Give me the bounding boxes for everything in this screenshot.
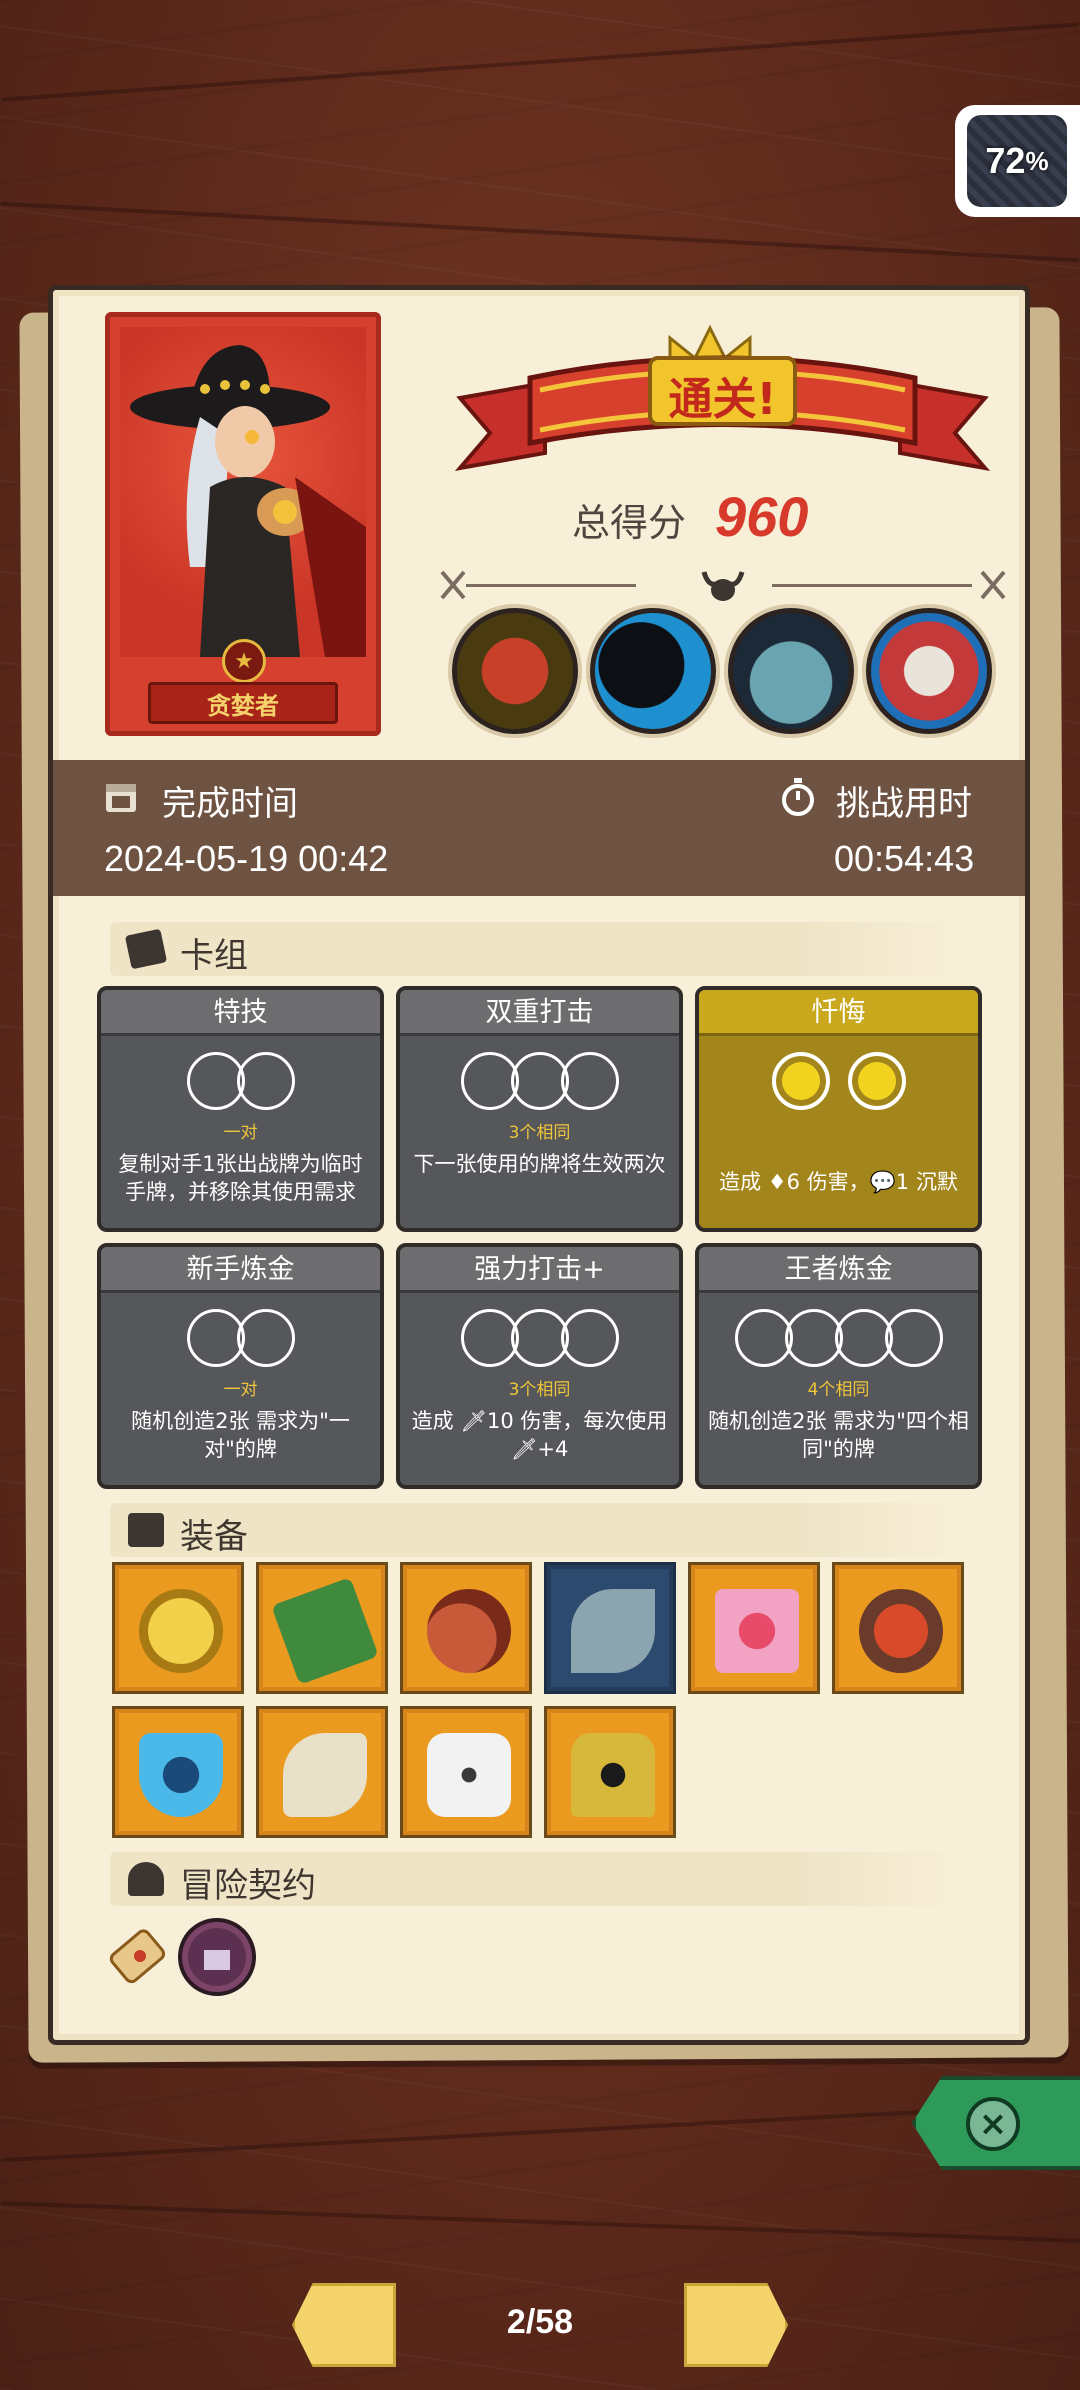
crossed-swords-icon bbox=[980, 570, 1006, 600]
finish-time-value: 2024-05-19 00:42 bbox=[104, 838, 389, 879]
deck-card[interactable]: 强力打击+ 3个相同 造成 🗡10 伤害，每次使用🗡+4 bbox=[396, 1243, 683, 1489]
boss-one-eyed-mouth-icon[interactable] bbox=[452, 608, 578, 734]
page-indicator: 2/58 bbox=[506, 2303, 574, 2341]
battery-percent: 72 bbox=[985, 140, 1026, 181]
deck-card[interactable]: 新手炼金 一对 随机创造2张 需求为"一对"的牌 bbox=[97, 1243, 384, 1489]
score-label: 总得分 bbox=[572, 501, 687, 545]
deck-card[interactable]: 王者炼金 4个相同 随机创造2张 需求为"四个相同"的牌 bbox=[695, 1243, 982, 1489]
card-name: 特技 bbox=[101, 990, 380, 1036]
card-name: 新手炼金 bbox=[101, 1247, 380, 1293]
wood-grain bbox=[0, 201, 1080, 263]
portrait-art bbox=[120, 327, 366, 657]
card-requirement-slots bbox=[699, 1309, 978, 1371]
deck-card[interactable]: 特技 一对 复制对手1张出战牌为临时手牌，并移除其使用需求 bbox=[97, 986, 384, 1232]
card-name: 强力打击+ bbox=[400, 1247, 679, 1293]
deck-card[interactable]: 双重打击 3个相同 下一张使用的牌将生效两次 bbox=[396, 986, 683, 1232]
deck-section-header: 卡组 bbox=[110, 922, 970, 976]
contract-title: 冒险契约 bbox=[180, 1866, 316, 1906]
cards-icon bbox=[124, 928, 168, 970]
contract-section-header: 冒险契约 bbox=[110, 1852, 970, 1906]
card-requirement-slots bbox=[400, 1309, 679, 1371]
green-book-icon[interactable] bbox=[256, 1562, 388, 1694]
next-page-button[interactable] bbox=[684, 2283, 788, 2367]
card-description: 造成 ♦6 伤害，💬1 沉默 bbox=[719, 1170, 958, 1194]
card-requirement-slots bbox=[101, 1309, 380, 1371]
scroll-icon[interactable] bbox=[104, 1918, 174, 1990]
card-requirement: 一对 bbox=[223, 1380, 258, 1400]
heart-chest-icon[interactable] bbox=[688, 1562, 820, 1694]
defeated-bosses bbox=[452, 608, 992, 734]
crossed-swords-icon bbox=[440, 570, 466, 600]
character-portrait[interactable]: ★ 贪婪者 bbox=[105, 312, 381, 736]
equipment-section-header: 装备 bbox=[110, 1503, 970, 1557]
person-icon bbox=[128, 1862, 164, 1896]
battery-icon: 72% bbox=[967, 115, 1067, 207]
card-name: 双重打击 bbox=[400, 990, 679, 1036]
stopwatch-icon bbox=[782, 778, 814, 816]
divider-right bbox=[772, 584, 972, 587]
card-description: 造成 🗡10 伤害，每次使用🗡+4 bbox=[411, 1409, 668, 1461]
card-requirement-slots bbox=[101, 1052, 380, 1114]
card-requirement: 4个相同 bbox=[807, 1380, 870, 1400]
score-value: 960 bbox=[715, 485, 809, 548]
character-name: 贪婪者 bbox=[148, 682, 338, 724]
deck-card[interactable]: 忏悔 造成 ♦6 伤害，💬1 沉默 bbox=[695, 986, 982, 1232]
battery-indicator: 72% bbox=[955, 105, 1080, 217]
challenge-time-label: 挑战用时 bbox=[836, 784, 972, 824]
card-description: 下一张使用的牌将生效两次 bbox=[413, 1152, 666, 1176]
boss-crowned-skull-icon[interactable] bbox=[866, 608, 992, 734]
close-icon[interactable]: × bbox=[966, 2097, 1020, 2151]
card-description: 随机创造2张 需求为"四个相同"的牌 bbox=[708, 1409, 969, 1461]
card-name: 忏悔 bbox=[699, 990, 978, 1036]
portrait-emblem-icon: ★ bbox=[222, 639, 266, 683]
victory-text: 通关! bbox=[668, 374, 777, 425]
meat-leg-icon[interactable] bbox=[400, 1562, 532, 1694]
blue-shield-icon[interactable] bbox=[112, 1706, 244, 1838]
wood-grain bbox=[1, 22, 1079, 102]
wood-grain bbox=[0, 2201, 1080, 2243]
challenge-time-value: 00:54:43 bbox=[834, 838, 975, 879]
card-requirement: 一对 bbox=[223, 1123, 258, 1143]
spiked-helmet-icon[interactable] bbox=[544, 1706, 676, 1838]
card-description: 随机创造2张 需求为"一对"的牌 bbox=[131, 1409, 350, 1461]
card-requirement: 3个相同 bbox=[508, 1380, 571, 1400]
horned-skull-icon bbox=[701, 571, 745, 601]
boss-fish-ogre-icon[interactable] bbox=[728, 608, 854, 734]
card-requirement-slots bbox=[699, 1052, 978, 1114]
card-description: 复制对手1张出战牌为临时手牌，并移除其使用需求 bbox=[118, 1152, 363, 1204]
boss-shadow-dragon-icon[interactable] bbox=[590, 608, 716, 734]
battery-unit: % bbox=[1025, 145, 1049, 176]
gold-coin-icon[interactable] bbox=[112, 1562, 244, 1694]
witch-character-icon bbox=[130, 345, 366, 657]
divider-left bbox=[466, 584, 636, 587]
fist-badge-icon[interactable] bbox=[178, 1918, 256, 1996]
war-horn-icon[interactable] bbox=[256, 1706, 388, 1838]
equipment-title: 装备 bbox=[180, 1517, 248, 1557]
card-requirement-slots bbox=[400, 1052, 679, 1114]
white-dice-icon[interactable] bbox=[400, 1706, 532, 1838]
cube-icon bbox=[128, 1513, 164, 1547]
red-gem-plate-icon[interactable] bbox=[832, 1562, 964, 1694]
finish-time-label: 完成时间 bbox=[162, 784, 298, 824]
deck-title: 卡组 bbox=[180, 936, 248, 976]
wood-grain bbox=[0, 2101, 1080, 2163]
previous-page-button[interactable] bbox=[292, 2283, 396, 2367]
card-name: 王者炼金 bbox=[699, 1247, 978, 1293]
calendar-icon bbox=[106, 784, 136, 812]
sickle-blade-icon[interactable] bbox=[544, 1562, 676, 1694]
card-requirement: 3个相同 bbox=[508, 1123, 571, 1143]
